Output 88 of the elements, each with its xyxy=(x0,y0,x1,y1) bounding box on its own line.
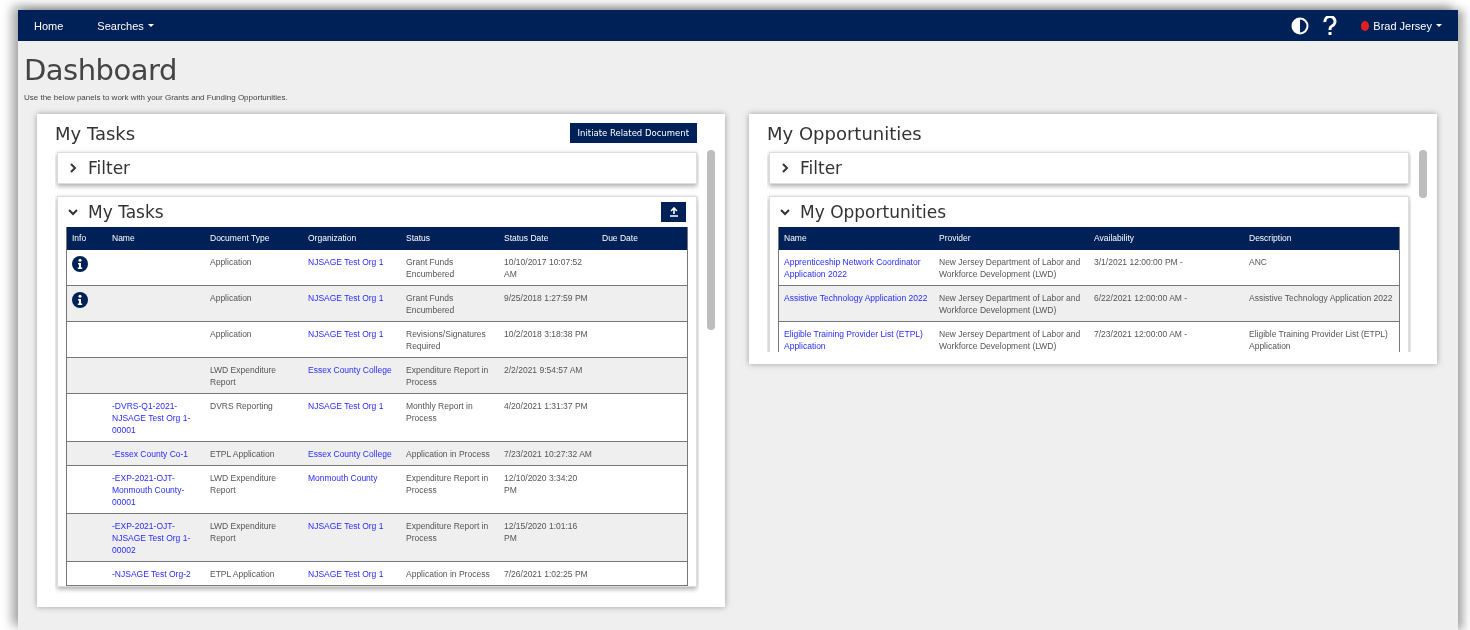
column-header[interactable]: Organization xyxy=(303,227,401,250)
organization-link[interactable]: NJSAGE Test Org 1 xyxy=(308,568,396,580)
table-cell-text: ANC xyxy=(1248,256,1268,269)
task-link[interactable]: -DVRS-Q1-2021-NJSAGE Test Org 1-00001 xyxy=(112,400,200,436)
table-cell-text: Assistive Technology Application 2022 xyxy=(1248,292,1394,305)
nav-link[interactable]: Home xyxy=(34,19,64,32)
table-cell-text: Application xyxy=(209,292,253,305)
column-header[interactable]: Due Date xyxy=(597,227,687,250)
table-cell-text: LWD Expenditure Report xyxy=(209,364,277,389)
table-cell-text: 12/15/2020 1:01:16 PM xyxy=(503,520,579,545)
table-cell-text: Application xyxy=(209,256,253,269)
table-cell-text: New Jersey Department of Labor and Workforce Development (LWD) xyxy=(938,256,1082,281)
table-cell-text: Grant Funds Encumbered xyxy=(405,292,456,317)
table-cell-text: 12/10/2020 3:34:20 PM xyxy=(503,472,579,497)
column-header[interactable]: Status xyxy=(401,227,499,250)
info-icon[interactable] xyxy=(72,256,88,272)
column-header[interactable]: Availability xyxy=(1089,227,1244,250)
export-button[interactable] xyxy=(661,202,686,222)
table-cell-text: ETPL Application xyxy=(209,568,276,581)
table-cell-text: 9/25/2018 1:27:59 PM xyxy=(503,292,589,305)
organization-link[interactable]: Essex County College xyxy=(308,448,396,460)
table-cell-text: 7/23/2021 10:27:32 AM xyxy=(503,448,593,461)
column-header[interactable]: Status Date xyxy=(499,227,597,250)
panel-title: My Opportunities xyxy=(767,122,922,144)
table-cell-text: New Jersey Department of Labor and Workforce Development (LWD) xyxy=(938,292,1082,317)
organization-link[interactable]: NJSAGE Test Org 1 xyxy=(308,328,396,340)
table-cell-text: 7/26/2021 1:02:25 PM xyxy=(503,568,589,581)
column-header[interactable]: Name xyxy=(107,227,205,250)
opportunity-link[interactable]: Assistive Technology Application 2022 xyxy=(784,292,929,304)
chevron-down-icon xyxy=(780,207,790,217)
scrollbar-thumb[interactable] xyxy=(707,150,715,330)
table-cell-text: New Jersey Department of Labor and Workforce Development (LWD) xyxy=(938,328,1082,352)
organization-link[interactable]: Monmouth County xyxy=(308,472,396,484)
table-cell-text: Eligible Training Provider List (ETPL) Application xyxy=(1248,328,1389,352)
table-cell-text: Monthly Report in Process xyxy=(405,400,474,425)
table-cell-text: 4/20/2021 1:31:37 PM xyxy=(503,400,589,413)
panel-toggle[interactable]: My Opportunities xyxy=(780,202,947,222)
organization-link[interactable]: NJSAGE Test Org 1 xyxy=(308,400,396,412)
table-cell-text: Application xyxy=(209,328,253,341)
organization-link[interactable]: NJSAGE Test Org 1 xyxy=(308,256,396,268)
chevron-right-icon xyxy=(780,163,790,173)
task-link[interactable]: -Essex County Co-1 xyxy=(112,448,200,460)
table-cell-text: Expenditure Report in Process xyxy=(405,520,490,545)
table-cell-text: ETPL Application xyxy=(209,448,276,461)
table-cell-text: 6/22/2021 12:00:00 AM - xyxy=(1093,292,1189,305)
organization-link[interactable]: NJSAGE Test Org 1 xyxy=(308,292,396,304)
table-cell-text: 7/23/2021 12:00:00 AM - xyxy=(1093,328,1189,341)
panel-toggle[interactable]: Filter xyxy=(68,158,131,178)
table-cell-text: Expenditure Report in Process xyxy=(405,364,490,389)
table-cell-text: Application in Process xyxy=(405,448,491,461)
page-title: Dashboard xyxy=(24,53,178,87)
column-header[interactable]: Provider xyxy=(934,227,1089,250)
table-cell-text: DVRS Reporting xyxy=(209,400,274,413)
table-cell-text: Grant Funds Encumbered xyxy=(405,256,456,281)
table-cell-text: LWD Expenditure Report xyxy=(209,472,277,497)
opportunity-link[interactable]: Eligible Training Provider List (ETPL) Application xyxy=(784,328,929,352)
table-cell-text: Expenditure Report in Process xyxy=(405,472,490,497)
column-header[interactable]: Name xyxy=(779,227,934,250)
opportunity-link[interactable]: Apprenticeship Network Coordinator Application 2022 xyxy=(784,256,929,280)
chevron-right-icon xyxy=(68,163,78,173)
table-cell-text: LWD Expenditure Report xyxy=(209,520,277,545)
task-link[interactable]: -EXP-2021-OJT-Monmouth County-00001 xyxy=(112,472,200,508)
help-icon[interactable] xyxy=(1323,15,1338,36)
table-cell-text: Application in Process xyxy=(405,568,491,581)
user-menu[interactable]: Brad Jersey xyxy=(1361,19,1442,32)
column-header[interactable]: Info xyxy=(67,227,107,250)
organization-link[interactable]: Essex County College xyxy=(308,364,396,376)
info-icon[interactable] xyxy=(72,292,88,308)
table-cell-text: 2/2/2021 9:54:57 AM xyxy=(503,364,584,377)
contrast-icon[interactable] xyxy=(1291,16,1310,35)
scrollbar-thumb[interactable] xyxy=(1419,150,1427,198)
task-link[interactable]: -NJSAGE Test Org-2 xyxy=(112,568,200,580)
initiate-document-button[interactable]: Initiate Related Document xyxy=(569,123,697,143)
column-header[interactable]: Description xyxy=(1244,227,1399,250)
chevron-down-icon xyxy=(68,207,78,217)
panel-toggle[interactable]: Filter xyxy=(780,158,843,178)
panel-toggle[interactable]: My Tasks xyxy=(68,202,164,222)
table-cell-text: Revisions/Signatures Required xyxy=(405,328,487,353)
table-cell-text: 3/1/2021 12:00:00 PM - xyxy=(1093,256,1184,269)
table-cell-text: 10/2/2018 3:18:38 PM xyxy=(503,328,589,341)
organization-link[interactable]: NJSAGE Test Org 1 xyxy=(308,520,396,532)
table-cell-text: 10/10/2017 10:07:52 AM xyxy=(503,256,583,281)
panel-title: My Tasks xyxy=(55,122,136,144)
nav-link[interactable]: Searches xyxy=(97,19,154,32)
export-icon xyxy=(668,207,679,217)
task-link[interactable]: -EXP-2021-OJT-NJSAGE Test Org 1-00002 xyxy=(112,520,200,556)
column-header[interactable]: Document Type xyxy=(205,227,303,250)
page-subtitle: Use the below panels to work with your Grants and Funding Opportunities. xyxy=(24,93,289,102)
